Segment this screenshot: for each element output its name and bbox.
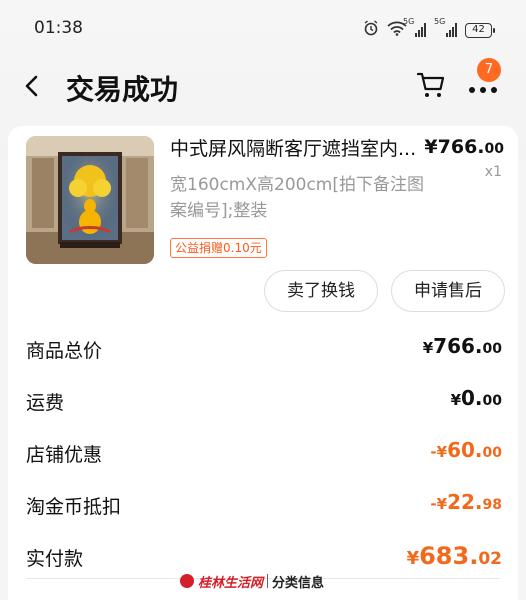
value-decimal: 00 — [482, 445, 502, 461]
value-integer: 22. — [447, 490, 483, 514]
summary-label: 实付款 — [26, 548, 84, 570]
summary-value: -¥60.00 — [430, 438, 502, 462]
value-decimal: 00 — [482, 393, 502, 409]
watermark-logo-icon — [180, 574, 194, 588]
signal-2-icon: 5G — [434, 17, 457, 37]
folding-screen-image — [26, 136, 154, 264]
summary-label: 店铺优惠 — [26, 444, 103, 466]
product-title[interactable]: 中式屏风隔断客厅遮挡室内... — [170, 136, 426, 162]
summary-value: -¥22.98 — [430, 490, 502, 514]
value-integer: 683. — [419, 542, 479, 570]
product-quantity: x1 — [484, 164, 502, 180]
summary-row-coin-deduction: 淘金币抵扣 -¥22.98 — [8, 478, 518, 530]
status-time: 01:38 — [34, 18, 83, 38]
summary-row-total: 商品总价 ¥766.00 — [8, 322, 518, 374]
summary-label: 商品总价 — [26, 340, 103, 362]
watermark-site: 桂林生活网 — [198, 575, 264, 591]
summary-label: 运费 — [26, 392, 65, 414]
status-icons: 5G 5G 42 — [363, 17, 495, 40]
back-button[interactable] — [20, 70, 44, 102]
currency-symbol: ¥ — [422, 339, 434, 357]
network-type-2: 5G — [434, 17, 446, 26]
battery-indicator: 42 — [465, 22, 495, 38]
notification-badge: 7 — [477, 58, 501, 82]
product-spec: 宽160cmX高200cm[拍下备注图案编号];整装 — [170, 175, 424, 221]
price-decimal: 00 — [484, 141, 504, 157]
summary-value: ¥0.00 — [451, 386, 502, 410]
summary-value: ¥683.02 — [407, 542, 502, 570]
watermark: 桂林生活网 分类信息 — [180, 570, 324, 592]
currency-symbol: ¥ — [450, 391, 461, 409]
status-bar: 01:38 5G 5G 42 — [0, 0, 526, 56]
summary-value: ¥766.00 — [423, 334, 502, 358]
signal-1-icon: 5G — [403, 17, 426, 37]
summary-row-store-discount: 店铺优惠 -¥60.00 — [8, 426, 518, 478]
value-integer: 0. — [461, 386, 483, 410]
nav-bar: 交易成功 7 — [0, 56, 526, 116]
cart-icon — [416, 72, 445, 97]
summary-label: 淘金币抵扣 — [26, 496, 122, 518]
value-decimal: 00 — [482, 341, 502, 357]
currency-symbol: -¥ — [430, 443, 448, 461]
product-image[interactable] — [26, 136, 154, 264]
after-sale-button[interactable]: 申请售后 — [391, 270, 505, 312]
alarm-icon — [363, 20, 379, 40]
cart-button[interactable] — [416, 70, 446, 100]
currency-symbol: ¥ — [406, 548, 420, 569]
currency-symbol: -¥ — [430, 495, 448, 513]
chevron-left-icon — [25, 75, 38, 97]
watermark-separator — [267, 574, 269, 588]
charity-tag: 公益捐赠0.10元 — [170, 238, 267, 258]
product-price: ¥766.00 — [424, 136, 504, 158]
price-integer: ¥766. — [424, 136, 485, 158]
summary-row-shipping: 运费 ¥0.00 — [8, 374, 518, 426]
page-title: 交易成功 — [66, 73, 179, 106]
order-card: 中式屏风隔断客厅遮挡室内... ¥766.00 x1 宽160cmX高200cm… — [8, 126, 518, 600]
value-integer: 766. — [433, 334, 483, 358]
value-decimal: 02 — [478, 549, 502, 569]
value-integer: 60. — [447, 438, 483, 462]
network-type-1: 5G — [403, 17, 415, 26]
value-decimal: 98 — [482, 497, 502, 513]
watermark-section: 分类信息 — [272, 575, 325, 591]
sell-button[interactable]: 卖了换钱 — [264, 270, 378, 312]
